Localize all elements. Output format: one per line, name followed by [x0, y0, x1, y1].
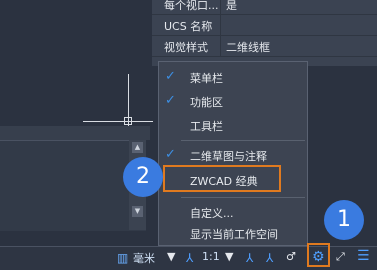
menu-item-label: 显示当前工作空间: [190, 228, 278, 241]
prop-row-viewport[interactable]: 每个视口... 是: [152, 0, 377, 15]
step-badge-2: 2: [123, 157, 163, 197]
menu-icon[interactable]: ☰: [357, 248, 370, 264]
prop-value: 二维线框: [226, 41, 270, 54]
step-badge-1: 1: [324, 200, 364, 240]
menu-item-toolbars[interactable]: 工具栏: [159, 115, 307, 135]
chevron-down-icon[interactable]: ▼: [225, 250, 233, 263]
chevron-down-icon[interactable]: ▼: [167, 250, 175, 263]
menu-item-customize[interactable]: 自定义...: [159, 202, 307, 222]
crosshair-pickbox: [124, 117, 132, 125]
menu-divider: [181, 140, 305, 141]
units-icon[interactable]: ▥: [117, 251, 128, 265]
scroll-up-icon[interactable]: ▲: [132, 142, 143, 153]
workspace-context-menu: ✓ 菜单栏 ✓ 功能区 工具栏 ✓ 二维草图与注释 ZWCAD 经典 自定义..…: [158, 61, 308, 246]
prop-divider: [220, 0, 221, 14]
highlight-box-zwcad-classic: [163, 165, 281, 192]
menu-item-label: 功能区: [190, 96, 223, 109]
menu-item-menubar[interactable]: ✓ 菜单栏: [159, 67, 307, 87]
fullscreen-icon[interactable]: ⤢: [336, 250, 345, 264]
command-line-header: [0, 126, 150, 140]
prop-row-ucs-name[interactable]: UCS 名称: [152, 15, 377, 36]
prop-row-visual-style[interactable]: 视觉样式 二维线框: [152, 36, 377, 57]
annotation-visibility-icon[interactable]: ⅄: [246, 251, 253, 265]
menu-item-label: 菜单栏: [190, 72, 223, 85]
prop-key: UCS 名称: [164, 20, 213, 33]
units-label[interactable]: 毫米: [133, 250, 155, 266]
menu-item-2d-drafting[interactable]: ✓ 二维草图与注释: [159, 145, 307, 165]
annotation-scale-icon[interactable]: ⅄: [186, 251, 193, 265]
check-icon: ✓: [165, 93, 176, 108]
highlight-box-gear: [307, 243, 330, 267]
auto-scale-icon[interactable]: ⅄: [266, 251, 273, 265]
menu-item-label: 自定义...: [190, 207, 234, 220]
check-icon: ✓: [165, 147, 176, 162]
menu-divider: [181, 197, 305, 198]
prop-key: 每个视口...: [164, 0, 219, 12]
check-icon: ✓: [165, 69, 176, 84]
prop-key: 视觉样式: [164, 41, 208, 54]
menu-item-ribbon[interactable]: ✓ 功能区: [159, 91, 307, 111]
crosshair-horizontal: [83, 121, 153, 122]
prop-value: 是: [226, 0, 237, 12]
scroll-down-icon[interactable]: ▼: [132, 206, 143, 217]
scale-label[interactable]: 1:1: [202, 250, 220, 263]
menu-item-display-current-workspace[interactable]: 显示当前工作空间: [159, 223, 307, 243]
menu-item-label: 工具栏: [190, 120, 223, 133]
isolate-objects-icon[interactable]: ♂: [286, 250, 296, 263]
menu-item-label: 二维草图与注释: [190, 150, 267, 163]
prop-divider: [220, 36, 221, 56]
properties-panel: 每个视口... 是 UCS 名称 视觉样式 二维线框: [152, 0, 377, 66]
prop-divider: [220, 15, 221, 35]
